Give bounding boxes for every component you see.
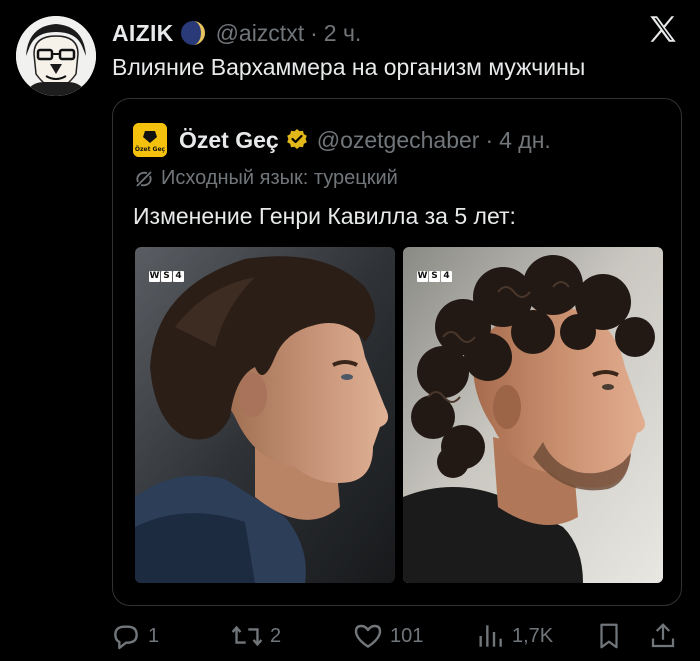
- like-button[interactable]: 101: [352, 620, 423, 652]
- badge-letter: W: [417, 271, 428, 282]
- verified-badge-icon: [285, 128, 309, 152]
- views-icon: [479, 625, 502, 647]
- quote-avatar[interactable]: Özet Geç: [133, 123, 167, 157]
- watermark-badge: W S 4: [417, 271, 452, 282]
- quote-header-separator: ·: [485, 126, 494, 153]
- badge-letter: 4: [441, 271, 452, 282]
- share-icon: [651, 623, 675, 648]
- quote-author-name[interactable]: Özet Geç: [179, 127, 279, 154]
- badge-letter: S: [161, 271, 172, 282]
- repost-button[interactable]: 2: [230, 620, 281, 652]
- quote-avatar-label: Özet Geç: [135, 146, 166, 153]
- views-count: 1,7K: [512, 624, 554, 647]
- quote-header: Özet Geç Özet Geç @ozetgechaber · 4 дн.: [133, 123, 551, 157]
- badge-letter: S: [429, 271, 440, 282]
- quoted-tweet[interactable]: Özet Geç Özet Geç @ozetgechaber · 4 дн. …: [112, 98, 682, 606]
- bookmark-icon: [600, 623, 618, 649]
- author-avatar[interactable]: [16, 16, 96, 96]
- share-button[interactable]: [648, 620, 684, 652]
- translation-note-text: Исходный язык: турецкий: [161, 167, 398, 189]
- quote-text: Изменение Генри Кавилла за 5 лет:: [133, 203, 516, 229]
- x-logo-icon[interactable]: [646, 12, 680, 46]
- reply-button[interactable]: 1: [110, 620, 159, 652]
- badge-letter: 4: [173, 271, 184, 282]
- bookmark-button[interactable]: [594, 620, 630, 652]
- translate-icon: [136, 170, 152, 187]
- reply-count: 1: [148, 624, 160, 647]
- action-bar: 1 2 101 1,7K: [110, 620, 682, 652]
- watermark-badge: W S 4: [149, 271, 184, 282]
- quote-time[interactable]: 4 дн.: [499, 127, 551, 154]
- tweet-time[interactable]: 2 ч.: [324, 20, 362, 47]
- header-separator: ·: [310, 19, 318, 46]
- author-name[interactable]: AIZIK: [112, 20, 174, 47]
- translation-note[interactable]: Исходный язык: турецкий: [133, 167, 398, 190]
- badge-letter: W: [149, 271, 160, 282]
- repost-count: 2: [270, 624, 282, 647]
- views-button[interactable]: 1,7K: [474, 620, 553, 652]
- quote-media: W S 4 W S 4: [135, 247, 663, 583]
- media-photo-before[interactable]: W S 4: [135, 247, 395, 583]
- moon-icon: [180, 20, 206, 46]
- author-handle[interactable]: @aizctxt: [216, 20, 305, 47]
- media-photo-after[interactable]: W S 4: [403, 247, 663, 583]
- quote-author-handle[interactable]: @ozetgechaber: [317, 127, 480, 154]
- tweet-text: Влияние Вархаммера на организм мужчины: [112, 54, 586, 80]
- like-icon: [354, 624, 382, 648]
- tweet-header: AIZIK @aizctxt · 2 ч.: [112, 14, 680, 52]
- reply-icon: [114, 625, 138, 650]
- like-count: 101: [390, 624, 424, 647]
- repost-icon: [231, 625, 263, 647]
